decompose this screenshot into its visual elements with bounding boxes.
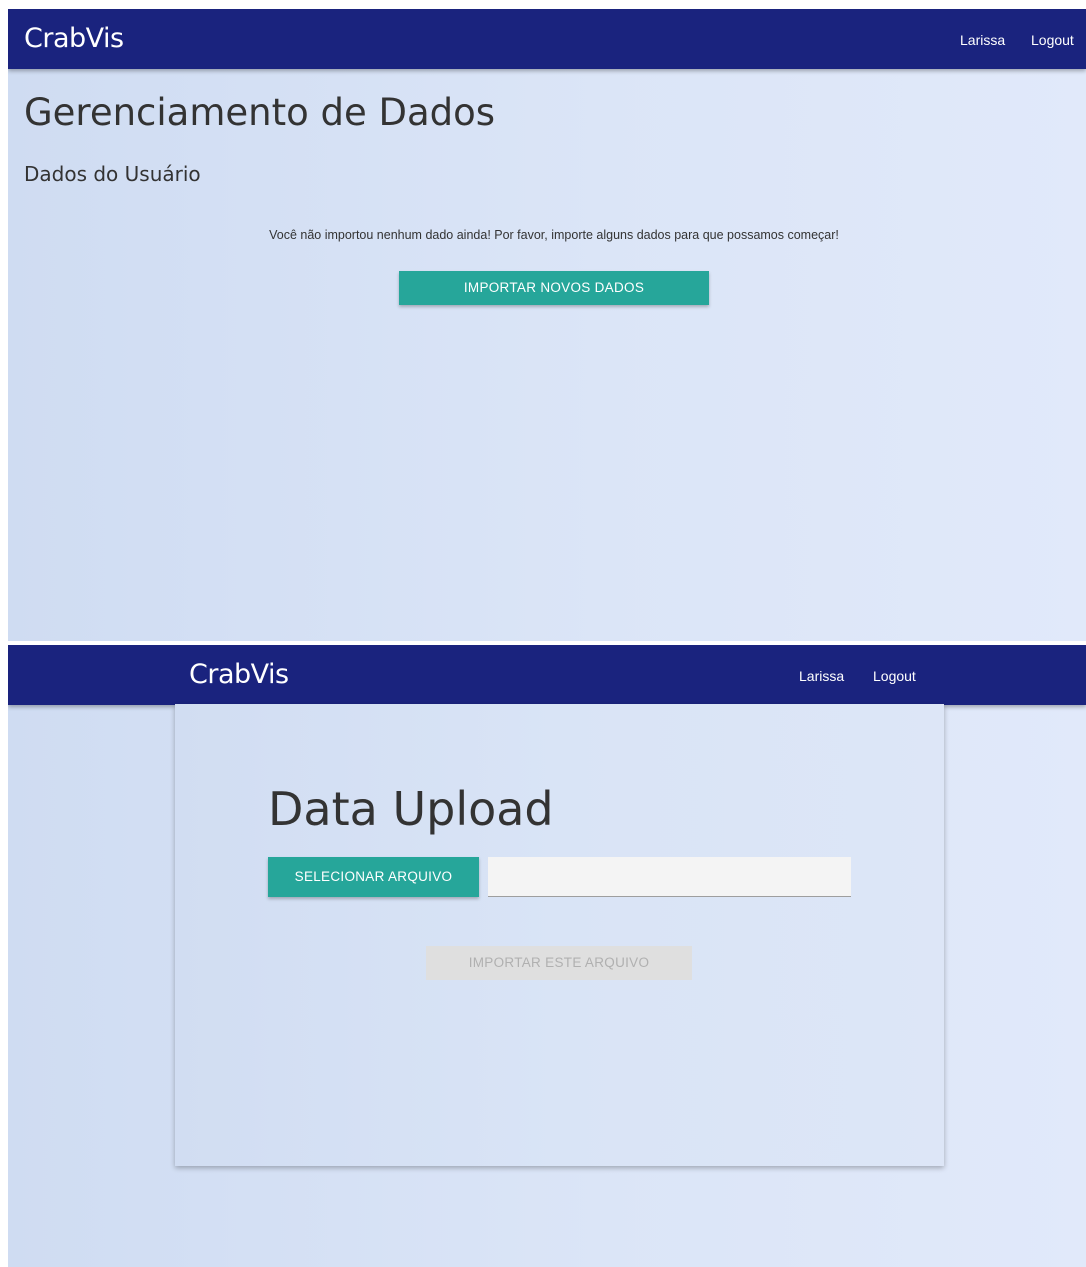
logout-link[interactable]: Logout [873, 645, 916, 707]
section-title: Dados do Usuário [24, 162, 201, 186]
empty-state-message: Você não importou nenhum dado ainda! Por… [269, 228, 839, 242]
user-link[interactable]: Larissa [960, 9, 1005, 71]
import-file-button: IMPORTAR ESTE ARQUIVO [426, 946, 692, 980]
page-title: Gerenciamento de Dados [24, 91, 496, 134]
navbar: CrabVis Larissa Logout [8, 9, 1086, 69]
upload-title: Data Upload [268, 782, 554, 836]
brand-logo[interactable]: CrabVis [189, 645, 289, 705]
data-upload-screen: CrabVis Larissa Logout Data Upload SELEC… [8, 645, 1086, 1267]
import-new-data-button[interactable]: IMPORTAR NOVOS DADOS [399, 271, 709, 305]
navbar: CrabVis Larissa Logout [8, 645, 1086, 705]
logout-link[interactable]: Logout [1031, 9, 1074, 71]
user-link[interactable]: Larissa [799, 645, 844, 707]
upload-card: Data Upload SELECIONAR ARQUIVO IMPORTAR … [175, 704, 944, 1166]
data-management-screen: CrabVis Larissa Logout Gerenciamento de … [8, 9, 1086, 641]
file-path-input[interactable] [488, 857, 851, 897]
brand-logo[interactable]: CrabVis [24, 9, 124, 69]
select-file-button[interactable]: SELECIONAR ARQUIVO [268, 857, 479, 897]
